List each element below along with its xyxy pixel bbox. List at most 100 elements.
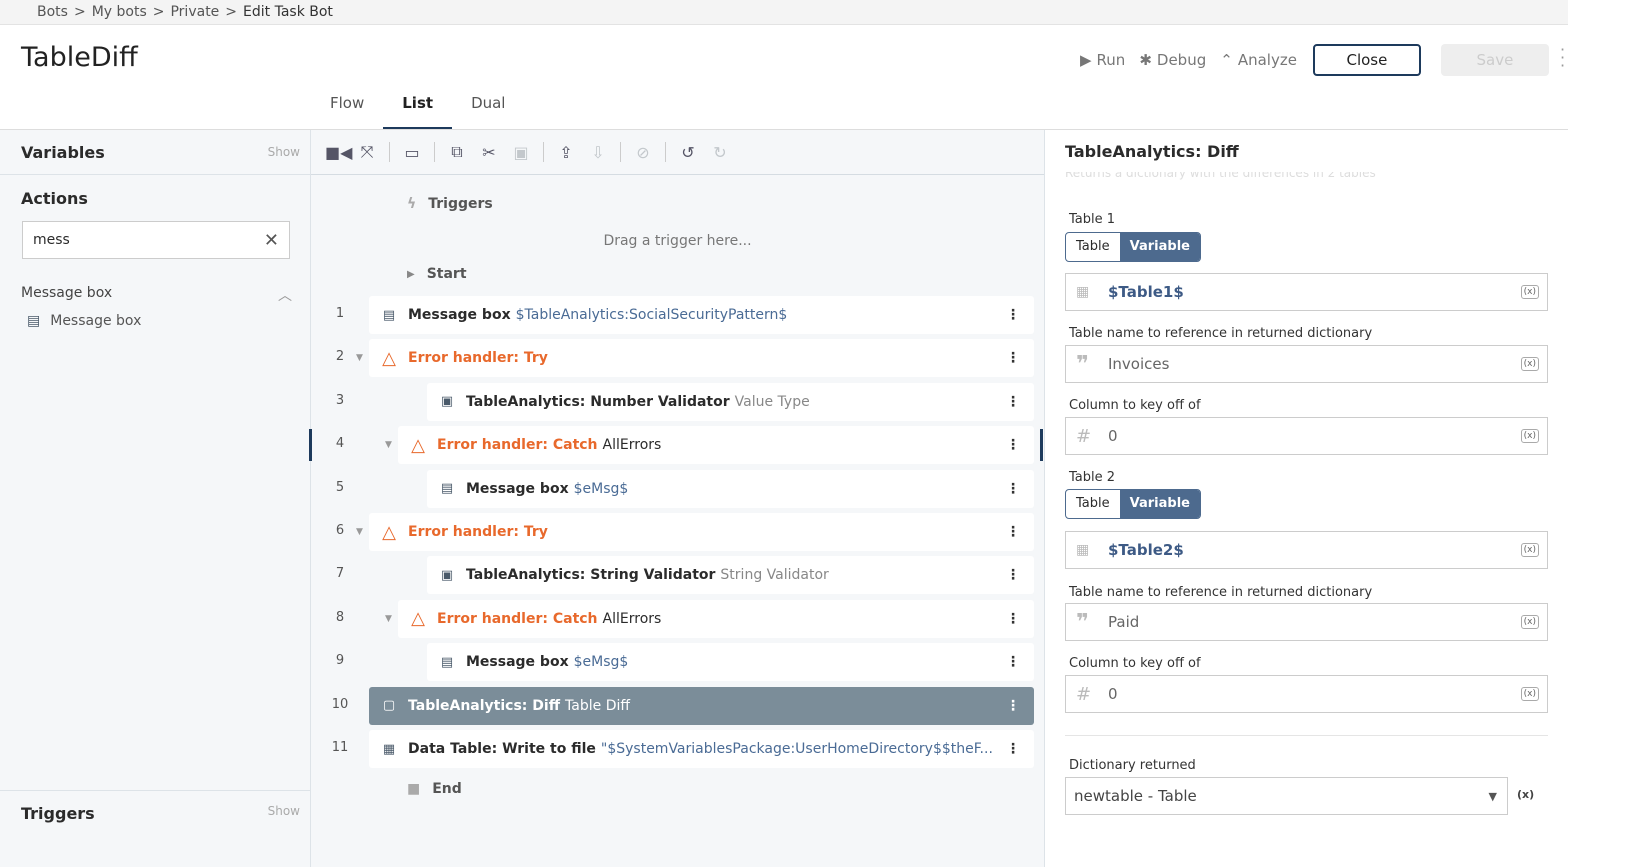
more-options-icon[interactable]: ⋮: [1006, 741, 1020, 757]
name2-label: Table name to reference in returned dict…: [1069, 585, 1373, 600]
run-button[interactable]: ▶ Run: [1080, 51, 1125, 69]
record-icon[interactable]: ■◀: [325, 143, 352, 162]
separator: [665, 142, 666, 162]
table2-table-option[interactable]: Table: [1066, 490, 1120, 518]
table1-variable-option[interactable]: Variable: [1119, 233, 1200, 261]
more-options-icon[interactable]: ⋮: [1006, 394, 1020, 410]
create-variable-icon[interactable]: (x): [1517, 788, 1534, 801]
action-detail: Table Diff: [565, 697, 631, 714]
insert-variable-icon[interactable]: (x): [1520, 429, 1539, 443]
drop-indicator: [309, 429, 312, 462]
breadcrumb-item[interactable]: My bots: [92, 4, 147, 20]
action-group-message-box[interactable]: Message box ︿: [0, 259, 310, 305]
key2-field[interactable]: #0 (x): [1065, 675, 1548, 713]
flow-list-panel: ■◀ ⤧ ▭ ⧉ ✂ ▣ ⇪ ⇩ ⊘ ↺ ↻ ϟ Triggers Drag a …: [309, 130, 1044, 867]
disable-icon[interactable]: ⊘: [633, 143, 653, 162]
insert-variable-icon[interactable]: (x): [1520, 285, 1539, 299]
stop-icon: ■: [407, 781, 421, 797]
breadcrumb-item[interactable]: Private: [170, 4, 219, 20]
name1-field[interactable]: ❞ Invoices (x): [1065, 345, 1548, 383]
action-row[interactable]: △ Error handler: Catch AllErrors ⋮: [398, 599, 1034, 638]
line-number: 8: [335, 609, 345, 625]
table2-field[interactable]: ▦ $Table2$ (x): [1065, 531, 1548, 569]
action-name: Message box: [466, 654, 569, 671]
more-options-icon[interactable]: ⋮: [1006, 611, 1020, 627]
action-row[interactable]: △ Error handler: Try ⋮: [369, 339, 1034, 378]
table2-toggle: Table Variable: [1065, 489, 1201, 519]
triggers-show-link[interactable]: Show: [268, 804, 300, 867]
import-icon[interactable]: ⇩: [588, 143, 608, 162]
tab-dual[interactable]: Dual: [452, 92, 524, 130]
name2-field[interactable]: ❞ Paid (x): [1065, 603, 1548, 641]
line-number: 5: [335, 479, 345, 495]
action-row[interactable]: ▤ Message box $eMsg$ ⋮: [427, 469, 1034, 508]
save-button[interactable]: Save: [1440, 44, 1549, 76]
insert-variable-icon[interactable]: (x): [1520, 615, 1539, 629]
actions-heading: Actions: [21, 189, 88, 208]
quote-icon: ❞: [1076, 351, 1089, 377]
warning-triangle-icon: △: [411, 434, 425, 456]
action-row[interactable]: △ Error handler: Catch AllErrors ⋮: [398, 426, 1034, 465]
more-options-icon[interactable]: ⋮: [1006, 698, 1020, 714]
more-icon[interactable]: · · ·: [1560, 42, 1568, 74]
action-row[interactable]: △ Error handler: Try ⋮: [369, 513, 1034, 551]
action-row[interactable]: ▤ Message box $TableAnalytics:SocialSecuri…: [369, 296, 1034, 334]
key2-label: Column to key off of: [1069, 656, 1201, 671]
clear-icon[interactable]: ✕: [264, 230, 279, 251]
divider: [1065, 735, 1548, 736]
warning-triangle-icon: △: [382, 347, 396, 369]
tab-flow[interactable]: Flow: [311, 92, 383, 130]
more-options-icon[interactable]: ⋮: [1006, 524, 1020, 540]
action-name: Data Table: Write to file: [408, 741, 596, 757]
key1-field[interactable]: #0 (x): [1065, 417, 1548, 455]
insert-variable-icon[interactable]: (x): [1520, 687, 1539, 701]
copy-icon[interactable]: ⧉: [447, 142, 467, 162]
separator: [620, 142, 621, 162]
line-number: 11: [331, 740, 349, 755]
trigger-drop-zone[interactable]: Drag a trigger here...: [311, 233, 1044, 249]
right-margin: [1568, 25, 1628, 867]
action-row[interactable]: ▢ TableAnalytics: Diff Table Diff ⋮: [369, 686, 1034, 725]
triggers-header[interactable]: Triggers Show: [0, 790, 310, 867]
universal-recorder-icon[interactable]: ⤧: [357, 142, 377, 162]
action-item-message-box[interactable]: ▤ Message box: [0, 305, 310, 329]
more-options-icon[interactable]: ⋮: [1006, 307, 1020, 323]
cut-icon[interactable]: ✂: [479, 143, 499, 162]
action-name: Error handler: Catch: [437, 437, 598, 454]
table2-variable-option[interactable]: Variable: [1119, 490, 1200, 518]
table1-field[interactable]: ▦ $Table1$ (x): [1065, 273, 1548, 311]
action-row[interactable]: ▣ TableAnalytics: String Validator String …: [427, 556, 1034, 595]
collapse-caret-icon[interactable]: ▼: [356, 527, 363, 537]
action-detail: Value Type: [734, 393, 810, 410]
close-button[interactable]: Close: [1312, 44, 1421, 76]
breadcrumb-item[interactable]: Bots: [37, 4, 68, 20]
more-options-icon[interactable]: ⋮: [1006, 350, 1020, 366]
table1-table-option[interactable]: Table: [1066, 233, 1120, 261]
paste-icon[interactable]: ▣: [511, 143, 531, 162]
dictionary-select[interactable]: newtable - Table ▼: [1065, 777, 1508, 815]
collapse-caret-icon[interactable]: ▼: [385, 440, 392, 450]
export-icon[interactable]: ⇪: [556, 143, 576, 162]
variables-header[interactable]: Variables Show: [0, 130, 310, 175]
screen-capture-icon[interactable]: ▭: [402, 143, 422, 162]
action-row[interactable]: ▤ Message box $eMsg$ ⋮: [427, 643, 1034, 682]
undo-icon[interactable]: ↺: [678, 143, 698, 162]
analyze-button[interactable]: ⌃ Analyze: [1220, 51, 1297, 69]
collapse-caret-icon[interactable]: ▼: [356, 353, 363, 363]
debug-button[interactable]: ✱ Debug: [1139, 51, 1206, 69]
actions-search-input[interactable]: mess ✕: [22, 221, 290, 259]
breadcrumb-separator: >: [73, 4, 86, 20]
insert-variable-icon[interactable]: (x): [1520, 357, 1539, 371]
action-row[interactable]: ▦ Data Table: Write to file "$SystemVariab…: [369, 730, 1034, 768]
redo-icon[interactable]: ↻: [710, 143, 730, 162]
package-icon: ▣: [440, 394, 454, 410]
collapse-caret-icon[interactable]: ▼: [385, 614, 392, 624]
variables-show-link[interactable]: Show: [268, 145, 300, 159]
insert-variable-icon[interactable]: (x): [1520, 543, 1539, 557]
more-options-icon[interactable]: ⋮: [1006, 654, 1020, 670]
tab-list[interactable]: List: [383, 92, 453, 130]
more-options-icon[interactable]: ⋮: [1006, 567, 1020, 583]
more-options-icon[interactable]: ⋮: [1006, 481, 1020, 497]
more-options-icon[interactable]: ⋮: [1006, 437, 1020, 453]
action-row[interactable]: ▣ TableAnalytics: Number Validator Value T…: [427, 382, 1034, 421]
